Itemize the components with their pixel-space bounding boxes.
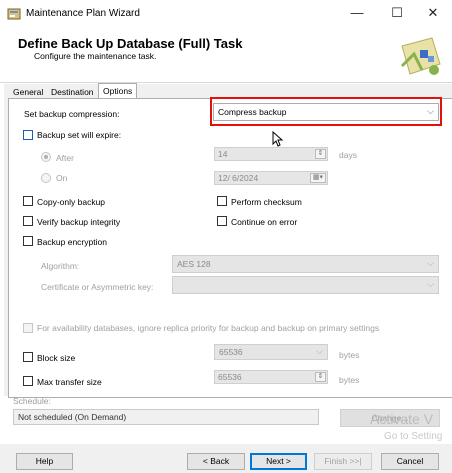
- maximize-button[interactable]: ☐: [378, 0, 416, 28]
- finish-button[interactable]: Finish >>|: [314, 453, 372, 470]
- perform-checksum-checkbox[interactable]: [217, 196, 227, 206]
- continue-on-error-label: Continue on error: [231, 217, 298, 227]
- on-date-value: 12/ 6/2024: [218, 173, 259, 183]
- encryption-checkbox[interactable]: [23, 236, 33, 246]
- verify-integrity-label: Verify backup integrity: [37, 217, 121, 227]
- schedule-field: Not scheduled (On Demand): [13, 409, 319, 425]
- tab-general[interactable]: General: [8, 84, 48, 99]
- schedule-label: Schedule:: [13, 396, 51, 406]
- max-transfer-label: Max transfer size: [37, 377, 102, 387]
- tab-options[interactable]: Options: [98, 83, 138, 99]
- cancel-button[interactable]: Cancel: [381, 453, 439, 470]
- certificate-select[interactable]: ⌵: [172, 276, 439, 294]
- block-size-unit: bytes: [339, 350, 360, 360]
- next-button[interactable]: Next >: [250, 453, 307, 470]
- block-size-select[interactable]: 65536 ⌵: [214, 344, 328, 360]
- algorithm-value: AES 128: [177, 259, 211, 269]
- chevron-down-icon: ⌵: [316, 346, 323, 356]
- certificate-label: Certificate or Asymmetric key:: [41, 282, 154, 292]
- copy-only-checkbox[interactable]: [23, 196, 33, 206]
- expire-label: Backup set will expire:: [37, 130, 122, 140]
- after-value: 14: [218, 149, 228, 159]
- max-transfer-checkbox[interactable]: [23, 376, 33, 386]
- minimize-button[interactable]: —: [338, 0, 376, 28]
- schedule-value: Not scheduled (On Demand): [18, 412, 127, 422]
- availability-checkbox[interactable]: [23, 323, 33, 333]
- page-title: Define Back Up Database (Full) Task: [18, 36, 243, 51]
- max-transfer-spinner[interactable]: 65536 ⇕: [214, 370, 328, 384]
- verify-integrity-checkbox[interactable]: [23, 216, 33, 226]
- on-date-picker[interactable]: 12/ 6/2024 ▦▾: [214, 171, 328, 185]
- spinner-icon[interactable]: ⇕: [315, 372, 326, 382]
- algorithm-label: Algorithm:: [41, 261, 80, 271]
- block-size-checkbox[interactable]: [23, 352, 33, 362]
- after-label: After: [56, 153, 74, 163]
- close-button[interactable]: ✕: [414, 0, 452, 28]
- block-size-value: 65536: [219, 347, 243, 357]
- after-radio[interactable]: [41, 152, 51, 162]
- compression-label: Set backup compression:: [24, 109, 120, 119]
- on-label: On: [56, 173, 68, 183]
- algorithm-select[interactable]: AES 128 ⌵: [172, 255, 439, 273]
- block-size-label: Block size: [37, 353, 76, 363]
- activation-watermark: Activate V: [370, 411, 434, 427]
- calendar-icon[interactable]: ▦▾: [310, 173, 326, 183]
- perform-checksum-label: Perform checksum: [231, 197, 302, 207]
- title-bar: Maintenance Plan Wizard — ☐ ✕: [0, 0, 452, 28]
- tab-destination[interactable]: Destination: [46, 84, 99, 99]
- help-button[interactable]: Help: [16, 453, 73, 470]
- activation-watermark-sub: Go to Setting: [384, 431, 443, 442]
- chevron-down-icon: ⌵: [427, 279, 434, 289]
- back-button[interactable]: < Back: [187, 453, 245, 470]
- max-transfer-value: 65536: [218, 372, 242, 382]
- chevron-down-icon: ⌵: [427, 258, 434, 268]
- copy-only-label: Copy-only backup: [37, 197, 106, 207]
- on-radio[interactable]: [41, 173, 51, 183]
- encryption-label: Backup encryption: [37, 237, 107, 247]
- page-subtitle: Configure the maintenance task.: [34, 51, 157, 61]
- expire-checkbox[interactable]: [23, 130, 33, 140]
- after-days-spinner[interactable]: 14 ⇕: [214, 147, 328, 161]
- days-label: days: [339, 150, 357, 160]
- availability-label: For availability databases, ignore repli…: [37, 323, 380, 333]
- mouse-cursor-icon: [272, 131, 284, 147]
- continue-on-error-checkbox[interactable]: [217, 216, 227, 226]
- highlight-box: [210, 97, 442, 126]
- window-title: Maintenance Plan Wizard: [26, 8, 140, 19]
- max-transfer-unit: bytes: [339, 375, 360, 385]
- wizard-header: Define Back Up Database (Full) Task Conf…: [0, 28, 452, 83]
- wizard-graphic-icon: [400, 37, 441, 75]
- spinner-icon[interactable]: ⇕: [315, 149, 326, 159]
- wizard-icon: [7, 8, 21, 20]
